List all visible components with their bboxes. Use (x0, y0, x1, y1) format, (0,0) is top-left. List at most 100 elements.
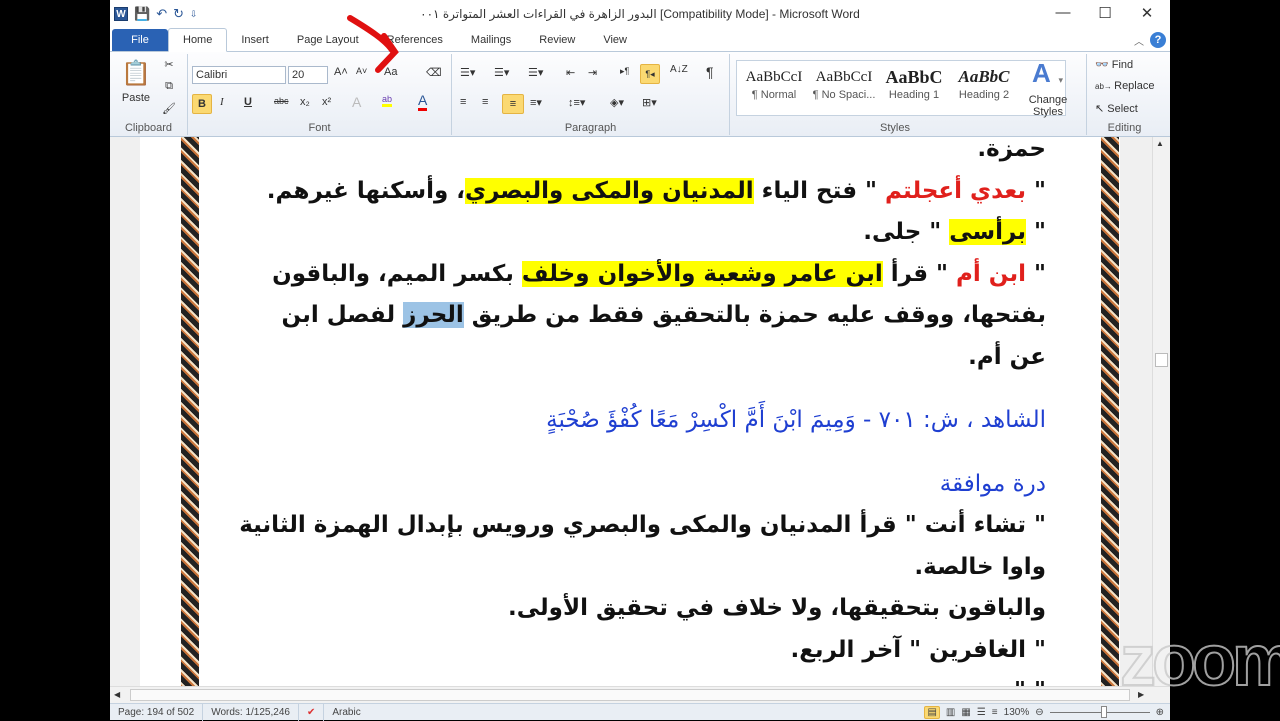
page-border-right (1101, 137, 1119, 686)
minimize-button[interactable]: — (1048, 4, 1078, 21)
highlight-button[interactable]: ab (382, 94, 393, 107)
document-text[interactable]: حمزة. " بعدي أعجلتم " فتح الياء المدنيان … (239, 137, 1046, 686)
zoom-level[interactable]: 130% (1004, 707, 1030, 718)
document-line[interactable] (246, 378, 1046, 400)
draft-icon[interactable]: ≡ (992, 707, 998, 718)
document-page[interactable]: حمزة. " بعدي أعجلتم " فتح الياء المدنيان … (140, 137, 1120, 686)
document-line[interactable]: الشاهد ، ش: ٧٠١ - وَمِيمَ ابْنَ أَمَّ اك… (246, 400, 1046, 442)
editing-label: Editing (1107, 122, 1142, 134)
line-spacing-icon[interactable]: ↕≡▾ (568, 96, 585, 109)
rtl-icon[interactable]: ¶◂ (640, 64, 660, 84)
binoculars-icon: 👓 (1095, 59, 1112, 71)
document-line[interactable]: " " (246, 671, 1046, 686)
vertical-scroll-thumb[interactable] (1155, 353, 1168, 367)
horizontal-scrollbar[interactable]: ◀ ▶ (110, 686, 1170, 703)
document-line[interactable]: " ابن أم " قرأ ابن عامر وشعبة والأخوان و… (246, 254, 1046, 296)
italic-button[interactable]: I (220, 96, 224, 108)
underline-button[interactable]: U (244, 96, 252, 108)
zoom-slider-thumb[interactable] (1101, 705, 1108, 718)
show-formatting-button[interactable]: ¶ (706, 64, 714, 80)
document-line[interactable]: درة موافقة (246, 464, 1046, 506)
collapse-ribbon-icon[interactable]: ︿ (1134, 33, 1144, 48)
replace-icon: ab→ (1095, 81, 1115, 91)
tab-review[interactable]: Review (525, 29, 589, 51)
document-line[interactable]: والباقون بتحقيقها، ولا خلاف في تحقيق الأ… (246, 588, 1046, 630)
paste-icon[interactable]: 📋 (118, 58, 154, 88)
outline-icon[interactable]: ☰ (977, 707, 986, 718)
font-size-select[interactable]: 20 (288, 66, 328, 84)
style-no-spacing[interactable]: AaBbCcI ¶ No Spaci... (809, 65, 879, 101)
document-line[interactable]: حمزة. (246, 137, 1046, 171)
help-icon[interactable]: ? (1150, 32, 1166, 48)
format-painter-icon[interactable]: 🖌 (160, 102, 178, 115)
style-heading-1[interactable]: AaBbC Heading 1 (879, 65, 949, 101)
document-line[interactable]: " برأسى " جلى. (246, 212, 1046, 254)
document-line[interactable]: واوا خالصة. (246, 547, 1046, 589)
font-name-select[interactable]: Calibri (192, 66, 286, 84)
document-line[interactable]: " تشاء أنت " قرأ المدنيان والمكى والبصري… (239, 505, 1046, 547)
scroll-up-icon[interactable]: ▲ (1156, 139, 1164, 148)
change-styles-button[interactable]: Change Styles (1028, 94, 1068, 118)
tab-home[interactable]: Home (168, 28, 228, 52)
scroll-left-icon[interactable]: ◀ (114, 690, 120, 699)
bullets-icon[interactable]: ☰▾ (460, 66, 475, 79)
word-count[interactable]: Words: 1/125,246 (203, 703, 299, 721)
language[interactable]: Arabic (324, 704, 368, 721)
multilevel-list-icon[interactable]: ☰▾ (528, 66, 543, 79)
cut-icon[interactable]: ✂ (160, 58, 178, 71)
styles-gallery: AaBbCcI ¶ Normal AaBbCcI ¶ No Spaci... AaB… (736, 60, 1066, 116)
document-line[interactable] (246, 442, 1046, 464)
full-screen-reading-icon[interactable]: ▥ (946, 707, 955, 718)
change-styles-icon[interactable]: A (1032, 58, 1051, 89)
strikethrough-button[interactable]: abc (274, 96, 289, 106)
paste-button[interactable]: Paste (118, 92, 154, 104)
tab-file[interactable]: File (112, 29, 168, 51)
justify-icon[interactable]: ≡▾ (530, 96, 542, 109)
vertical-scrollbar[interactable]: ▲ (1152, 137, 1170, 686)
zoom-out-button[interactable]: ⊖ (1035, 707, 1043, 718)
sort-button[interactable]: A↓Z (670, 64, 688, 75)
tab-mailings[interactable]: Mailings (457, 29, 525, 51)
borders-icon[interactable]: ⊞▾ (642, 96, 657, 109)
style-normal[interactable]: AaBbCcI ¶ Normal (739, 65, 809, 101)
bold-button[interactable]: B (192, 94, 212, 114)
copy-icon[interactable]: ⧉ (160, 80, 178, 93)
clear-formatting-icon[interactable]: ⌫ (426, 66, 442, 79)
replace-button[interactable]: ab→ Replace (1095, 80, 1154, 92)
find-button[interactable]: 👓 Find (1095, 58, 1133, 72)
decrease-indent-icon[interactable]: ⇤ (566, 66, 575, 79)
page-count[interactable]: Page: 194 of 502 (110, 703, 204, 721)
styles-more-icon[interactable]: ▾ (1058, 75, 1063, 86)
tab-view[interactable]: View (589, 29, 641, 51)
web-layout-icon[interactable]: ▦ (961, 707, 970, 718)
document-line[interactable]: بفتحها، ووقف عليه حمزة بالتحقيق فقط من ط… (246, 295, 1046, 337)
align-right-icon[interactable]: ≡ (502, 94, 524, 114)
subscript-button[interactable]: x₂ (300, 96, 310, 108)
increase-indent-icon[interactable]: ⇥ (588, 66, 597, 79)
align-left-icon[interactable]: ≡ (460, 96, 466, 108)
zoom-slider[interactable] (1049, 705, 1150, 718)
editing-group: 👓 Find ab→ Replace ↖ Select Editing (1086, 54, 1162, 135)
align-center-icon[interactable]: ≡ (482, 96, 488, 108)
font-color-button[interactable]: A (418, 92, 428, 111)
proofing-icon[interactable]: ✔ (299, 703, 325, 721)
maximize-button[interactable]: ☐ (1090, 4, 1120, 22)
font-label: Font (308, 122, 331, 134)
document-line[interactable]: " الغافرين " آخر الربع. (246, 630, 1046, 672)
style-heading-2[interactable]: AaBbC Heading 2 (949, 65, 1019, 101)
body-text: " جلى. (863, 219, 950, 245)
ltr-icon[interactable]: ▸¶ (620, 66, 629, 77)
document-line[interactable]: عن أم. (246, 337, 1046, 379)
paragraph-label: Paragraph (564, 122, 617, 134)
text-effects-button[interactable]: A (352, 94, 361, 110)
horizontal-scroll-thumb[interactable] (130, 689, 1130, 701)
tab-insert[interactable]: Insert (227, 29, 283, 51)
document-line[interactable]: " بعدي أعجلتم " فتح الياء المدنيان والمك… (246, 171, 1046, 213)
print-layout-icon[interactable]: ▤ (924, 705, 940, 719)
zoom-in-button[interactable]: ⊕ (1156, 707, 1164, 718)
select-button[interactable]: ↖ Select (1095, 102, 1138, 116)
numbering-icon[interactable]: ☰▾ (494, 66, 509, 79)
superscript-button[interactable]: x² (322, 96, 331, 108)
shading-icon[interactable]: ◈▾ (610, 96, 624, 109)
close-button[interactable]: ✕ (1132, 4, 1162, 22)
